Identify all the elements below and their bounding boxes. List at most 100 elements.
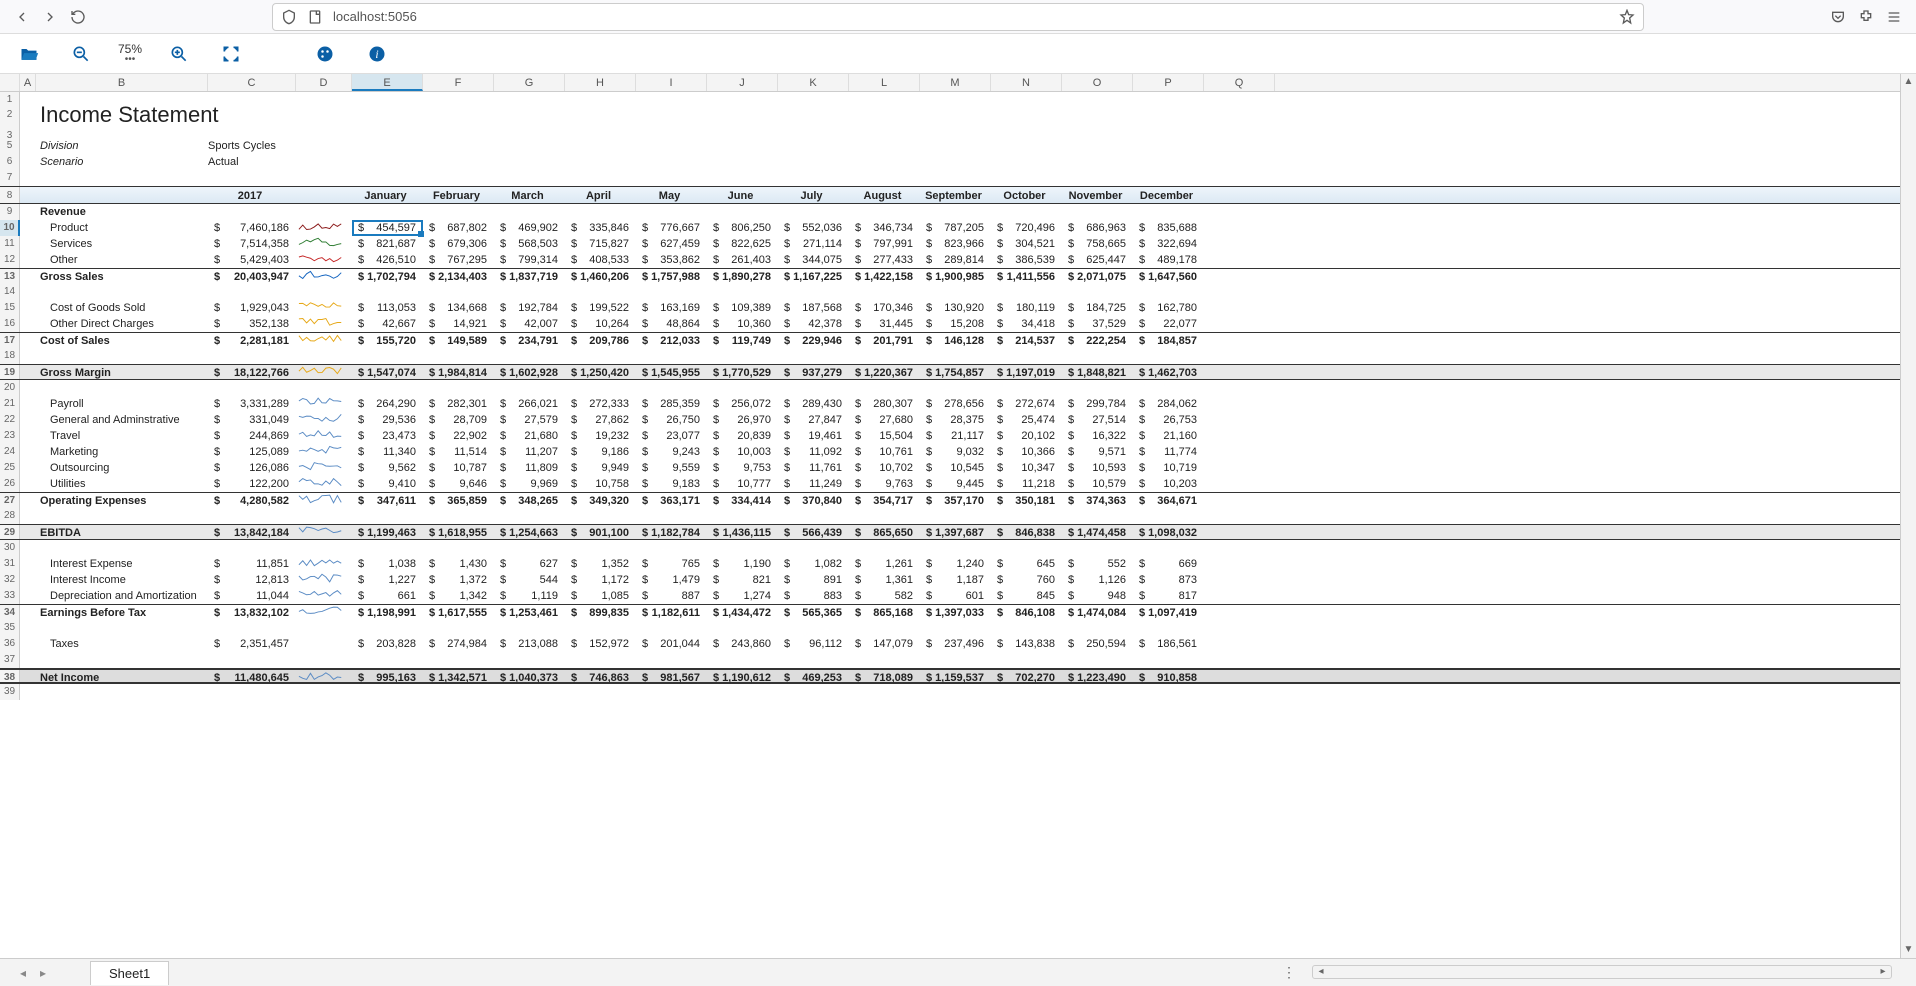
cell[interactable]: $357,170	[920, 493, 991, 508]
cell[interactable]: $776,667	[636, 220, 707, 236]
row-label[interactable]: Product	[36, 220, 208, 236]
cell[interactable]: $125,089	[208, 444, 296, 460]
spreadsheet-grid[interactable]: A B C D E F G H I J K L M N O P Q 12Inco…	[0, 74, 1900, 958]
row-header[interactable]: 36	[0, 636, 20, 652]
cell[interactable]: $42,667	[352, 316, 423, 332]
cell[interactable]: $1,342	[423, 588, 494, 604]
cell[interactable]: $625,447	[1062, 252, 1133, 268]
cell[interactable]: $1,038	[352, 556, 423, 572]
cell[interactable]	[296, 476, 352, 492]
month-header[interactable]: May	[636, 187, 707, 203]
cell[interactable]	[296, 252, 352, 268]
cell[interactable]: $899,835	[565, 605, 636, 620]
cell[interactable]: $10,203	[1133, 476, 1204, 492]
cell[interactable]	[296, 428, 352, 444]
cell[interactable]: $865,650	[849, 525, 920, 539]
row-header[interactable]: 34	[0, 605, 20, 620]
cell[interactable]: $28,709	[423, 412, 494, 428]
cell[interactable]: $352,138	[208, 316, 296, 332]
month-header[interactable]: October	[991, 187, 1062, 203]
cell[interactable]: $1,757,988	[636, 269, 707, 284]
cell[interactable]: $26,753	[1133, 412, 1204, 428]
scroll-left-icon[interactable]: ◂	[1313, 966, 1329, 978]
cell[interactable]: $261,403	[707, 252, 778, 268]
scroll-right-icon[interactable]: ▸	[1875, 966, 1891, 978]
cell[interactable]: $565,365	[778, 605, 849, 620]
cell[interactable]: $679,306	[423, 236, 494, 252]
cell[interactable]: $910,858	[1133, 670, 1204, 682]
cell[interactable]: $18,122,766	[208, 365, 296, 379]
cell[interactable]: $203,828	[352, 636, 423, 652]
cell[interactable]: $21,680	[494, 428, 565, 444]
cell[interactable]: $9,753	[707, 460, 778, 476]
cell[interactable]: $289,814	[920, 252, 991, 268]
cell[interactable]: $10,545	[920, 460, 991, 476]
row-header[interactable]: 1	[0, 92, 20, 102]
cell[interactable]: $1,602,928	[494, 365, 565, 379]
cell[interactable]: $469,253	[778, 670, 849, 682]
cell[interactable]: $96,112	[778, 636, 849, 652]
row-header[interactable]: 26	[0, 476, 20, 492]
cell[interactable]: $765	[636, 556, 707, 572]
cell[interactable]: $873	[1133, 572, 1204, 588]
cell[interactable]: $426,510	[352, 252, 423, 268]
cell[interactable]: $1,254,663	[494, 525, 565, 539]
col-header[interactable]: K	[778, 74, 849, 91]
row-header[interactable]: 38	[0, 670, 20, 682]
cell[interactable]: $201,044	[636, 636, 707, 652]
cell[interactable]: $1,647,560	[1133, 269, 1204, 284]
row-header[interactable]: 2	[0, 102, 20, 128]
row-header[interactable]: 20	[0, 380, 20, 396]
cell[interactable]: $2,351,457	[208, 636, 296, 652]
cell[interactable]: $1,220,367	[849, 365, 920, 379]
cell[interactable]: $669	[1133, 556, 1204, 572]
cell[interactable]: $113,053	[352, 300, 423, 316]
cell[interactable]: $122,200	[208, 476, 296, 492]
col-header[interactable]: I	[636, 74, 707, 91]
cell[interactable]: $9,410	[352, 476, 423, 492]
cell[interactable]: $1,040,373	[494, 670, 565, 682]
pocket-icon[interactable]	[1824, 3, 1852, 31]
cell[interactable]: $364,671	[1133, 493, 1204, 508]
cell[interactable]: $1,422,158	[849, 269, 920, 284]
zoom-menu-icon[interactable]: •••	[125, 54, 136, 65]
cell[interactable]	[296, 365, 352, 379]
month-header[interactable]: July	[778, 187, 849, 203]
extensions-icon[interactable]	[1852, 3, 1880, 31]
cell[interactable]: $11,218	[991, 476, 1062, 492]
cell[interactable]	[296, 316, 352, 332]
col-header[interactable]: N	[991, 74, 1062, 91]
cell[interactable]: $1,085	[565, 588, 636, 604]
cell[interactable]: $9,445	[920, 476, 991, 492]
cell[interactable]: $199,522	[565, 300, 636, 316]
cell[interactable]: $601	[920, 588, 991, 604]
cell[interactable]: $264,290	[352, 396, 423, 412]
cell[interactable]: $865,168	[849, 605, 920, 620]
cell[interactable]: $821	[707, 572, 778, 588]
cell[interactable]: $627,459	[636, 236, 707, 252]
cell[interactable]: $1,126	[1062, 572, 1133, 588]
cell[interactable]: $1,702,794	[352, 269, 423, 284]
cell[interactable]: $11,207	[494, 444, 565, 460]
cell[interactable]	[296, 269, 352, 284]
cell[interactable]: $9,243	[636, 444, 707, 460]
cell[interactable]: $22,902	[423, 428, 494, 444]
cell[interactable]: $1,159,537	[920, 670, 991, 682]
col-header[interactable]: M	[920, 74, 991, 91]
cell[interactable]: $1,754,857	[920, 365, 991, 379]
cell[interactable]: $10,719	[1133, 460, 1204, 476]
cell[interactable]: $271,114	[778, 236, 849, 252]
cell[interactable]: $1,770,529	[707, 365, 778, 379]
cell[interactable]: $1,119	[494, 588, 565, 604]
cell[interactable]: $1,182,611	[636, 605, 707, 620]
cell[interactable]: $11,774	[1133, 444, 1204, 460]
cell[interactable]: $201,791	[849, 333, 920, 348]
vertical-scrollbar[interactable]: ▲ ▼	[1900, 74, 1916, 958]
cell[interactable]: $21,117	[920, 428, 991, 444]
month-header[interactable]: August	[849, 187, 920, 203]
cell[interactable]	[296, 300, 352, 316]
month-header[interactable]: December	[1133, 187, 1204, 203]
cell[interactable]: $289,430	[778, 396, 849, 412]
cell[interactable]: $1,082	[778, 556, 849, 572]
palette-button[interactable]	[310, 44, 340, 64]
